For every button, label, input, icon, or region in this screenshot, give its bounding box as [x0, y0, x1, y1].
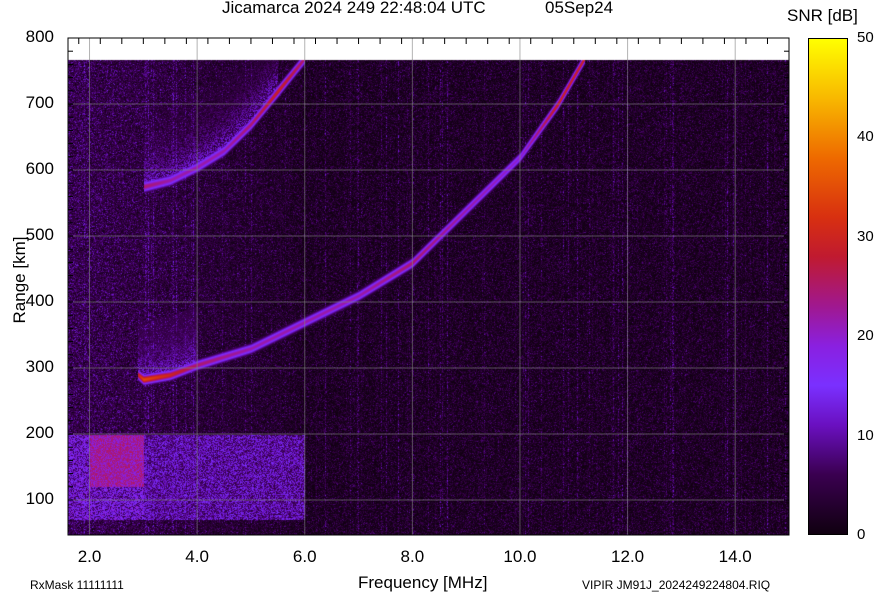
x-tick-label: 8.0 — [400, 547, 425, 566]
colorbar-tick-label: 50 — [857, 29, 874, 46]
colorbar-tick-label: 30 — [857, 227, 874, 245]
file-label: VIPIR JM91J_2024249224804.RIQ — [582, 578, 771, 592]
y-tick-label: 400 — [25, 291, 54, 310]
x-tick-label: 14.0 — [718, 547, 752, 566]
chart-date: 05Sep24 — [545, 0, 614, 17]
colorbar — [808, 38, 848, 535]
colorbar-tick-label: 0 — [857, 526, 866, 543]
chart-title: Jicamarca 2024 249 22:48:04 UTC — [222, 0, 486, 17]
x-tick-label: 6.0 — [292, 547, 317, 566]
plot-area — [68, 38, 789, 535]
colorbar-tick-label: 20 — [857, 327, 874, 345]
y-tick-label: 200 — [25, 423, 54, 443]
y-tick-label: 700 — [25, 93, 54, 112]
y-tick-label: 800 — [25, 27, 54, 46]
x-tick-label: 2.0 — [77, 547, 102, 566]
y-tick-label: 600 — [25, 159, 54, 178]
x-tick-label: 10.0 — [503, 547, 537, 566]
rxmask-label: RxMask 11111111 — [30, 578, 124, 592]
y-tick-label: 300 — [25, 357, 54, 376]
x-tick-label: 12.0 — [611, 547, 645, 566]
y-tick-label: 100 — [25, 489, 54, 509]
colorbar-tick-label: 10 — [857, 426, 874, 444]
colorbar-label: SNR [dB] — [787, 6, 858, 25]
colorbar-tick-label: 40 — [857, 128, 874, 146]
ionogram: Jicamarca 2024 249 22:48:04 UTC 05Sep24 … — [0, 0, 874, 595]
x-axis-label: Frequency [MHz] — [358, 573, 488, 592]
y-axis-label: Range [km] — [10, 236, 29, 324]
x-tick-label: 4.0 — [185, 547, 209, 566]
y-tick-label: 500 — [25, 225, 54, 244]
